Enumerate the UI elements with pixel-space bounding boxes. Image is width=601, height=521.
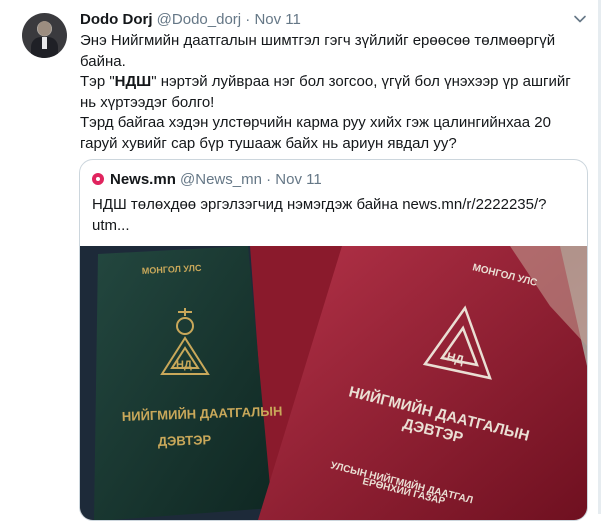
tweet-text-line-2-pre: Тэр " xyxy=(80,73,115,90)
avatar-shirt xyxy=(42,37,47,49)
quoted-separator: · xyxy=(266,171,272,188)
tweet-text-line-2-post: " нэртэй луйвраа нэг бол зогсоо, үгүй бо… xyxy=(80,73,571,111)
author-handle[interactable]: @Dodo_dorj xyxy=(157,11,241,28)
tweet-text-line-3: Тэрд байгаа хэдэн улстөрчийн карма руу х… xyxy=(80,114,551,152)
chevron-down-icon[interactable] xyxy=(573,12,587,26)
quoted-tweet-card[interactable]: News.mn @News_mn · Nov 11 НДШ төлөхдөө э… xyxy=(79,159,588,521)
green-booklet xyxy=(94,246,272,520)
quoted-tweet-image[interactable]: МОНГОЛ УЛС НД НИЙГМИЙН ДААТГАЛЫН ДЭВТЭР … xyxy=(80,246,587,520)
quoted-tweet-text: НДШ төлөхдөө эргэлзэгчид нэмэгдэж байна … xyxy=(92,196,547,234)
tweet-text: Энэ Нийгмийн даатгалын шимтгэл гэгч зүйл… xyxy=(80,31,585,154)
green-booklet-title-line2: ДЭВТЭР xyxy=(158,432,212,449)
avatar-face xyxy=(38,21,51,36)
green-booklet-logo: НД xyxy=(176,359,192,371)
tweet-text-line-1: Энэ Нийгмийн даатгалын шимтгэл гэгч зүйл… xyxy=(80,32,556,70)
quoted-date: Nov 11 xyxy=(275,171,322,188)
tweet[interactable]: Dodo Dorj @Dodo_dorj · Nov 11 Энэ Нийгми… xyxy=(0,0,598,521)
quoted-source-handle: @News_mn xyxy=(180,171,262,188)
tweet-header: Dodo Dorj @Dodo_dorj · Nov 11 xyxy=(80,10,301,30)
author-avatar[interactable] xyxy=(22,13,67,58)
header-separator: · xyxy=(245,11,251,28)
author-name[interactable]: Dodo Dorj xyxy=(80,11,153,28)
quoted-source-name: News.mn xyxy=(110,171,176,188)
tweet-date[interactable]: Nov 11 xyxy=(254,11,300,28)
tweet-text-bold-ndsh: НДШ xyxy=(114,73,152,90)
tweet-text-line-2: Тэр "НДШ" нэртэй луйвраа нэг бол зогсоо,… xyxy=(80,72,585,113)
quoted-tweet-header: News.mn @News_mn · Nov 11 xyxy=(92,170,322,190)
news-logo-icon xyxy=(92,173,104,185)
